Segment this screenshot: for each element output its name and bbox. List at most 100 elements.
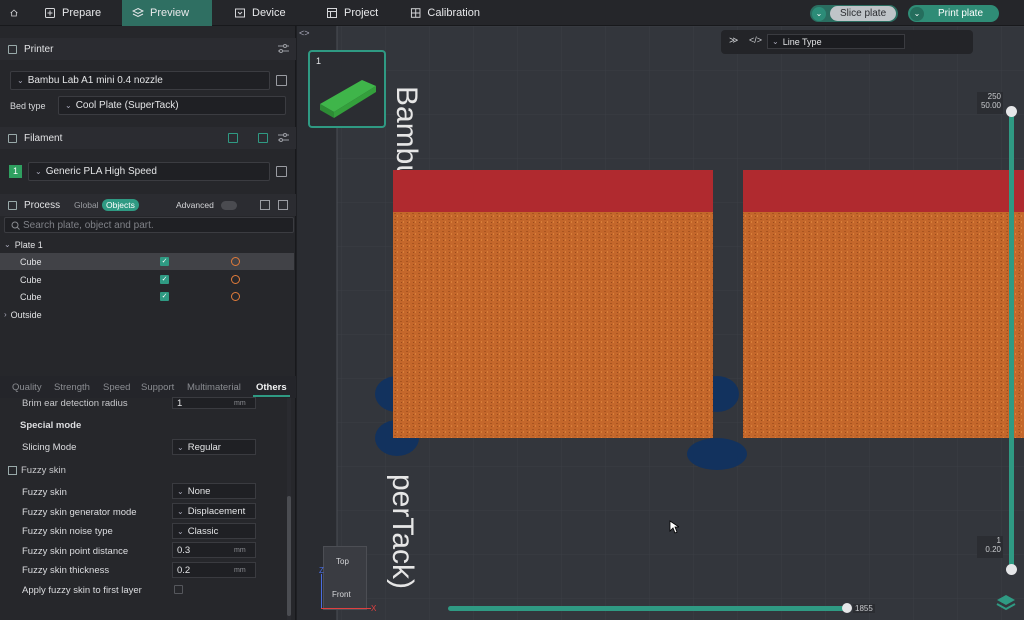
fuzzy-skin-icon[interactable] [231, 275, 240, 284]
generator-mode-select[interactable]: ⌄ Displacement [172, 503, 256, 519]
list-item[interactable]: Cube ✓ [0, 288, 294, 305]
view-cube-top[interactable]: Top [336, 557, 349, 566]
fuzzy-skin-section-icon [8, 466, 17, 475]
print-plate-button[interactable]: ⌄ Print plate [908, 5, 999, 22]
code-icon[interactable]: </> [749, 35, 762, 45]
select-value: Displacement [187, 505, 246, 517]
edit-icon[interactable] [276, 75, 287, 86]
tab-preview[interactable]: Preview [122, 0, 212, 26]
sync-icon[interactable] [258, 133, 268, 143]
layer-slider-bottom-handle[interactable] [1006, 564, 1017, 575]
chevron-down-icon: ⌄ [4, 240, 11, 249]
fuzzy-skin-icon[interactable] [231, 257, 240, 266]
advanced-label: Advanced [176, 200, 214, 210]
mouse-cursor-icon [669, 520, 679, 534]
device-icon [235, 8, 245, 18]
tab-project[interactable]: Project [316, 0, 392, 26]
filament-select[interactable]: ⌄ Generic PLA High Speed [28, 162, 270, 181]
3d-viewport[interactable]: Bambu perTack) <> 1 ≫ </> ⌄ Line Type 25… [297, 26, 1024, 620]
layer-slider-bottom-label: 1 0.20 [977, 536, 1003, 558]
compare-icon[interactable] [278, 200, 288, 210]
section-title: Printer [24, 43, 54, 55]
slicing-mode-select[interactable]: ⌄ Regular [172, 439, 256, 455]
edit-icon[interactable] [276, 166, 287, 177]
list-item[interactable]: Cube ✓ [0, 253, 294, 270]
layer-slider-top-handle[interactable] [1006, 106, 1017, 117]
slice-plate-button[interactable]: ⌄ Slice plate [810, 5, 898, 22]
home-button[interactable] [0, 0, 28, 26]
calibration-icon [410, 8, 421, 18]
move-slider-handle[interactable] [842, 603, 852, 613]
project-icon [327, 8, 337, 18]
process-section-header: Process Global Objects Advanced [0, 194, 296, 216]
outside-label: Outside [10, 309, 42, 320]
layers-icon[interactable] [995, 592, 1017, 614]
check-icon[interactable]: ✓ [160, 257, 169, 266]
printer-name: Bambu Lab A1 mini 0.4 nozzle [27, 75, 163, 86]
collapse-sidebar-icon[interactable]: <> [299, 28, 313, 42]
global-toggle[interactable]: Global [74, 200, 99, 210]
build-plate-grid: Bambu perTack) [297, 26, 1024, 620]
tab-strength[interactable]: Strength [54, 382, 90, 393]
chevron-down-icon: ⌄ [177, 486, 184, 496]
filament-slot-badge[interactable]: 1 [9, 165, 22, 178]
chevron-down-icon[interactable]: ⌄ [812, 6, 826, 21]
plate-preview-icon [320, 80, 376, 118]
add-filament-icon[interactable] [228, 133, 238, 143]
bed-text: Bambu [390, 86, 423, 181]
fuzzy-skin-select[interactable]: ⌄ None [172, 483, 256, 499]
settings-sliders-icon[interactable] [278, 44, 289, 54]
section-heading: Fuzzy skin [21, 465, 66, 476]
tab-speed[interactable]: Speed [103, 382, 130, 393]
tab-multimaterial[interactable]: Multimaterial [187, 382, 241, 393]
bed-type-select[interactable]: ⌄ Cool Plate (SuperTack) [58, 96, 286, 115]
scrollbar-thumb[interactable] [287, 496, 291, 616]
setting-label: Fuzzy skin [22, 487, 67, 498]
objects-toggle[interactable]: Objects [102, 199, 139, 211]
view-cube-front[interactable]: Front [332, 590, 351, 599]
copy-icon[interactable] [260, 200, 270, 210]
tab-prepare[interactable]: Prepare [34, 0, 118, 26]
filament-section-header: Filament [0, 127, 296, 149]
tab-label: Device [252, 7, 286, 19]
setting-label: Fuzzy skin point distance [22, 546, 129, 557]
select-value: Classic [187, 525, 219, 537]
printer-select[interactable]: ⌄ Bambu Lab A1 mini 0.4 nozzle [10, 71, 270, 90]
outside-row[interactable]: › Outside [0, 306, 294, 323]
move-slider-track[interactable] [448, 606, 846, 611]
view-cube[interactable]: Top Front [323, 546, 367, 610]
layers-icon [132, 7, 144, 18]
sidebar: Printer ⌄ Bambu Lab A1 mini 0.4 nozzle B… [0, 26, 296, 620]
section-title: Process [24, 199, 61, 211]
fuzzy-skin-icon[interactable] [231, 292, 240, 301]
tab-support[interactable]: Support [141, 382, 174, 393]
layer-slider-track[interactable] [1009, 110, 1014, 570]
first-layer-checkbox[interactable] [174, 585, 183, 594]
brim-ear [687, 438, 747, 470]
view-type-value: Line Type [782, 36, 822, 47]
search-input[interactable]: Search plate, object and part. [4, 217, 294, 233]
list-item[interactable]: Cube ✓ [0, 271, 294, 288]
plate-label: Plate 1 [14, 239, 43, 250]
check-icon[interactable]: ✓ [160, 275, 169, 284]
chevron-down-icon[interactable]: ⌄ [910, 6, 924, 21]
collapse-icon[interactable]: ≫ [729, 35, 738, 46]
chevron-down-icon: ⌄ [177, 526, 184, 536]
top-layer-number: 250 [987, 92, 1001, 101]
check-icon[interactable]: ✓ [160, 292, 169, 301]
advanced-switch[interactable] [221, 201, 237, 210]
plate-thumbnail[interactable]: 1 [308, 50, 386, 128]
filament-icon [8, 133, 17, 143]
plate-row[interactable]: ⌄ Plate 1 [0, 236, 294, 253]
object-name: Cube [20, 256, 42, 267]
axis-x-label: X [371, 604, 377, 613]
tab-device[interactable]: Device [224, 0, 298, 26]
view-type-select[interactable]: ⌄ Line Type [767, 34, 905, 49]
tab-quality[interactable]: Quality [12, 382, 42, 393]
printer-icon [8, 44, 17, 54]
tab-calibration[interactable]: Calibration [400, 0, 490, 26]
noise-type-select[interactable]: ⌄ Classic [172, 523, 256, 539]
cube-left-top [393, 170, 713, 212]
tab-others[interactable]: Others [256, 382, 287, 393]
settings-sliders-icon[interactable] [278, 133, 289, 143]
